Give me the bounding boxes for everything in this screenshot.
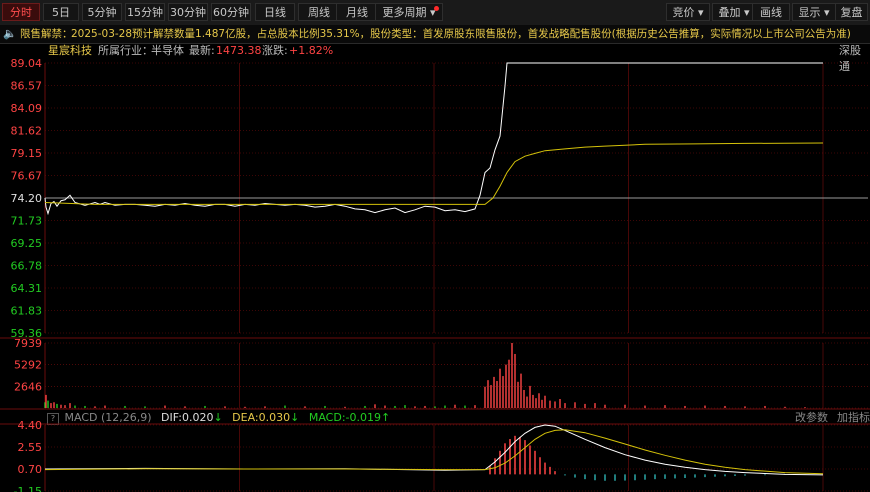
volume-tick-label: 7939	[14, 337, 42, 350]
period-tab-label: 周线	[308, 6, 330, 19]
period-tab-2[interactable]: 5分钟	[82, 3, 122, 21]
notification-dot-icon	[434, 6, 439, 11]
speaker-icon: 🔈	[3, 27, 17, 40]
macd-tick-label: 2.55	[18, 441, 43, 454]
period-tab-label: 5分钟	[87, 6, 117, 19]
price-tick-label: 81.62	[11, 125, 43, 138]
dea-value: 0.030	[258, 411, 291, 424]
price-line	[44, 62, 823, 216]
period-tab-label: 15分钟	[127, 6, 163, 19]
period-tab-0[interactable]: 分时	[2, 3, 40, 21]
add-indicator-button[interactable]: 加指标	[837, 411, 870, 425]
period-tab-5[interactable]: 60分钟	[211, 3, 251, 21]
toolbar-right-button-1[interactable]: 叠加 ▾	[712, 3, 756, 21]
price-tick-label: 76.67	[11, 170, 43, 183]
price-tick-label: 86.57	[11, 79, 43, 92]
stock-info-bar: 星宸科技 所属行业： 半导体 最新: 1473.38 涨跌: +1.82% 深股…	[0, 43, 870, 73]
macd-up-arrow-icon: ↑	[381, 411, 391, 424]
price-tick-label: 59.36	[11, 327, 43, 340]
industry-label: 所属行业：	[98, 44, 153, 57]
volume-tick-label: 2646	[14, 380, 42, 393]
stock-name[interactable]: 星宸科技	[48, 43, 92, 59]
period-tab-label: 60分钟	[213, 6, 249, 19]
latest-price: 1473.38	[216, 44, 262, 57]
period-tab-3[interactable]: 15分钟	[125, 3, 165, 21]
price-tick-label: 74.20	[11, 192, 43, 205]
dif-line	[44, 424, 824, 476]
macd-tick-label: -1.15	[14, 485, 42, 492]
price-tick-label: 71.73	[11, 214, 43, 227]
period-tab-8[interactable]: 月线	[336, 3, 378, 21]
period-toolbar: 分时 5日 5分钟 15分钟 30分钟 60分钟 日线 周线 月线 更多周期 ▾ 竞价 ▾ 叠加 ▾ 画…	[0, 0, 870, 26]
change-value: +1.82%	[289, 44, 334, 57]
notice-text: 2025-03-28预计解禁数量1.487亿股，占总股本比例35.31%，股份类…	[71, 28, 851, 40]
period-tab-6[interactable]: 日线	[255, 3, 295, 21]
dif-value: 0.020	[181, 411, 214, 424]
price-tick-label: 69.25	[11, 237, 43, 250]
price-tick-label: 64.31	[11, 282, 43, 295]
notice-label: 限售解禁：	[20, 28, 73, 40]
price-tick-label: 84.09	[11, 102, 43, 115]
dea-label: DEA:	[232, 411, 259, 424]
macd-tick-label: 4.40	[18, 419, 43, 432]
latest-label: 最新:	[189, 44, 215, 57]
average-price-line	[44, 142, 824, 205]
period-tab-label: 日线	[264, 6, 286, 19]
toolbar-right-button-4[interactable]: 复盘	[835, 3, 868, 21]
dea-line	[44, 429, 824, 475]
toolbar-right-button-3[interactable]: 显示 ▾	[792, 3, 836, 21]
dif-label: DIF:	[161, 411, 182, 424]
macd-label[interactable]: MACD (12,26,9)	[65, 411, 152, 424]
period-tab-label: 分时	[10, 6, 32, 19]
exchange-label: 深股通	[839, 44, 861, 73]
help-icon[interactable]: ?	[47, 413, 59, 425]
period-tab-label: 月线	[346, 6, 368, 19]
dif-down-arrow-icon: ↓	[213, 411, 223, 424]
period-tab-label: 5日	[52, 6, 70, 19]
macd-value-label: MACD:	[308, 411, 346, 424]
dea-down-arrow-icon: ↓	[290, 411, 300, 424]
period-tab-7[interactable]: 周线	[298, 3, 340, 21]
volume-tick-label: 5292	[14, 359, 42, 372]
period-tab-label: 30分钟	[170, 6, 206, 19]
change-label: 涨跌:	[262, 44, 288, 57]
toolbar-right-button-0[interactable]: 竞价 ▾	[666, 3, 710, 21]
industry-value[interactable]: 半导体	[151, 43, 184, 59]
price-tick-label: 61.83	[11, 305, 43, 318]
macd-value: -0.019	[345, 411, 382, 424]
macd-tick-label: 0.70	[18, 463, 43, 476]
edit-params-button[interactable]: 改参数	[795, 411, 828, 425]
price-tick-label: 79.15	[11, 147, 43, 160]
macd-info-bar: ? MACD (12,26,9) DIF:0.020↓ DEA:0.030↓ M…	[47, 411, 390, 425]
price-tick-label: 66.78	[11, 260, 43, 273]
notice-bar: 🔈 限售解禁： 2025-03-28预计解禁数量1.487亿股，占总股本比例35…	[0, 25, 870, 44]
period-tab-4[interactable]: 30分钟	[168, 3, 208, 21]
period-tab-1[interactable]: 5日	[43, 3, 79, 21]
toolbar-right-button-2[interactable]: 画线	[752, 3, 790, 21]
period-tab-9[interactable]: 更多周期 ▾	[375, 3, 443, 21]
period-tab-label: 更多周期 ▾	[382, 6, 436, 19]
